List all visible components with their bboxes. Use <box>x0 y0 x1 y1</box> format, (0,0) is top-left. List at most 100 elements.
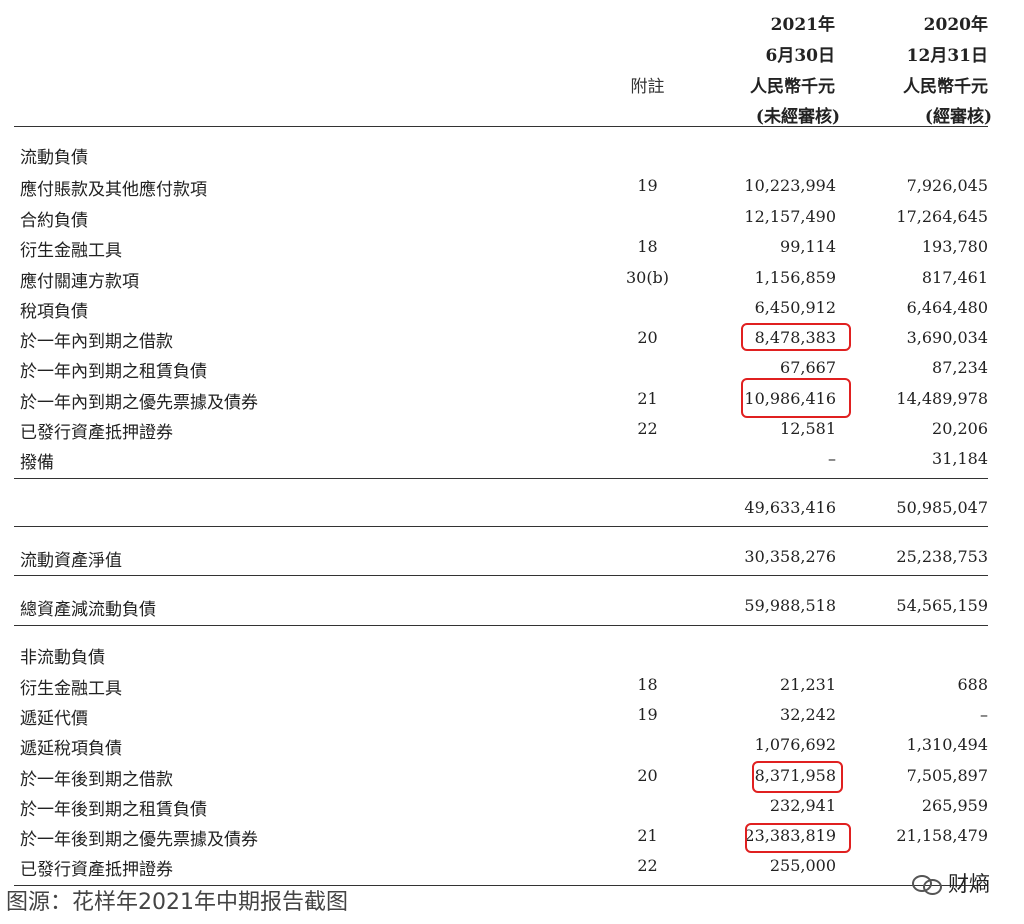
value-2021: 6,450,912 <box>754 298 836 317</box>
highlight-box-short-term-borrowings <box>741 323 851 351</box>
table-row: 應付賬款及其他應付款項 19 10,223,994 7,926,045 <box>0 172 1024 202</box>
value-2020: 54,565,159 <box>896 596 988 615</box>
value-2021: 30,358,276 <box>744 547 836 566</box>
chat-bubbles-icon <box>912 873 942 895</box>
value-2021: 49,633,416 <box>744 498 836 517</box>
table-row: 遞延稅項負債 1,076,692 1,310,494 <box>0 731 1024 761</box>
table-row: 49,633,416 50,985,047 <box>0 494 1024 524</box>
row-label: 衍生金融工具 <box>20 679 122 699</box>
table-row: 於一年後到期之借款 20 8,371,958 7,505,897 <box>0 762 1024 792</box>
row-label: 總資產減流動負債 <box>20 600 156 620</box>
table-row: 流動負債 <box>0 140 1024 170</box>
subtotal-rule-top <box>14 478 988 479</box>
value-2021: 99,114 <box>780 237 836 256</box>
table-row: 於一年後到期之優先票據及債券 21 23,383,819 21,158,479 <box>0 822 1024 852</box>
row-note: 19 <box>637 176 658 195</box>
value-2020: 193,780 <box>921 237 988 256</box>
row-label: 流動資產淨值 <box>20 551 122 571</box>
value-2020: 7,505,897 <box>906 766 988 785</box>
row-label: 於一年後到期之租賃負債 <box>20 800 207 820</box>
row-label: 於一年內到期之優先票據及債券 <box>20 393 258 413</box>
note-column-header: 附註 <box>630 77 665 97</box>
value-2020: 50,985,047 <box>896 498 988 517</box>
value-2021: 255,000 <box>769 856 836 875</box>
col2-status: (經審核) <box>924 107 992 127</box>
table-row: 衍生金融工具 18 21,231 688 <box>0 671 1024 701</box>
value-2020: 688 <box>957 675 988 694</box>
row-note: 18 <box>637 237 658 256</box>
row-label: 遞延稅項負債 <box>20 739 122 759</box>
value-2021: 12,157,490 <box>744 207 836 226</box>
value-2021: 67,667 <box>780 358 836 377</box>
value-2021: 59,988,518 <box>744 596 836 615</box>
net-current-assets-rule <box>14 575 988 576</box>
value-2021: – <box>828 449 836 468</box>
row-label: 稅項負債 <box>20 302 88 322</box>
col1-status: (未經審核) <box>755 107 840 127</box>
highlight-box-short-term-notes <box>741 378 851 418</box>
row-label: 非流動負債 <box>20 648 105 668</box>
value-2021: 12,581 <box>780 419 836 438</box>
table-row: 於一年後到期之租賃負債 232,941 265,959 <box>0 792 1024 822</box>
value-2020: 6,464,480 <box>906 298 988 317</box>
table-row: 應付關連方款項 30(b) 1,156,859 817,461 <box>0 264 1024 294</box>
row-label: 合約負債 <box>20 211 88 231</box>
value-2021: 21,231 <box>780 675 836 694</box>
table-row: 衍生金融工具 18 99,114 193,780 <box>0 233 1024 263</box>
value-2021: 232,941 <box>769 796 836 815</box>
value-2020: 20,206 <box>932 419 988 438</box>
row-note: 20 <box>637 328 658 347</box>
row-label: 應付賬款及其他應付款項 <box>20 180 207 200</box>
table-row: 撥備 – 31,184 <box>0 445 1024 475</box>
table-row: 於一年內到期之租賃負債 67,667 87,234 <box>0 354 1024 384</box>
table-row: 總資產減流動負債 59,988,518 54,565,159 <box>0 592 1024 622</box>
row-label: 於一年後到期之借款 <box>20 770 173 790</box>
value-2020: 817,461 <box>921 268 988 287</box>
highlight-box-long-term-notes <box>745 823 851 853</box>
row-label: 撥備 <box>20 453 54 473</box>
value-2021: 10,223,994 <box>744 176 836 195</box>
table-row: 非流動負債 <box>0 640 1024 670</box>
table-row: 於一年內到期之優先票據及債券 21 10,986,416 14,489,978 <box>0 385 1024 415</box>
row-label: 於一年內到期之借款 <box>20 332 173 352</box>
table-row: 於一年內到期之借款 20 8,478,383 3,690,034 <box>0 324 1024 354</box>
value-2020: 87,234 <box>932 358 988 377</box>
row-note: 20 <box>637 766 658 785</box>
row-note: 18 <box>637 675 658 694</box>
value-2020: 25,238,753 <box>896 547 988 566</box>
table-row: 已發行資產抵押證券 22 255,000 <box>0 852 1024 882</box>
watermark-text: 财熵 <box>948 872 990 896</box>
col1-date: 6月30日 <box>765 46 836 66</box>
row-note: 21 <box>637 389 658 408</box>
row-label: 衍生金融工具 <box>20 241 122 261</box>
value-2020: 14,489,978 <box>896 389 988 408</box>
row-label: 於一年內到期之租賃負債 <box>20 362 207 382</box>
value-2021: 32,242 <box>780 705 836 724</box>
highlight-box-long-term-borrowings <box>752 761 843 793</box>
col2-date: 12月31日 <box>906 46 988 66</box>
table-row: 流動資產淨值 30,358,276 25,238,753 <box>0 543 1024 573</box>
image-caption: 图源：花样年2021年中期报告截图 <box>6 890 348 915</box>
value-2020: 3,690,034 <box>906 328 988 347</box>
col1-year: 2021年 <box>770 15 835 35</box>
row-note: 22 <box>637 856 658 875</box>
row-note: 21 <box>637 826 658 845</box>
row-note: 22 <box>637 419 658 438</box>
row-note: 19 <box>637 705 658 724</box>
col2-year: 2020年 <box>923 15 988 35</box>
value-2020: 17,264,645 <box>896 207 988 226</box>
row-label: 已發行資產抵押證券 <box>20 423 173 443</box>
row-label: 應付關連方款項 <box>20 272 139 292</box>
header-rule <box>14 126 988 127</box>
col1-unit: 人民幣千元 <box>750 77 835 97</box>
col2-unit: 人民幣千元 <box>903 77 988 97</box>
table-row: 稅項負債 6,450,912 6,464,480 <box>0 294 1024 324</box>
value-2020: 21,158,479 <box>896 826 988 845</box>
value-2020: 7,926,045 <box>906 176 988 195</box>
row-label: 遞延代價 <box>20 709 88 729</box>
row-label: 流動負債 <box>20 148 88 168</box>
value-2021: 1,076,692 <box>754 735 836 754</box>
table-row: 遞延代價 19 32,242 – <box>0 701 1024 731</box>
value-2021: 1,156,859 <box>754 268 836 287</box>
value-2020: – <box>980 705 988 724</box>
